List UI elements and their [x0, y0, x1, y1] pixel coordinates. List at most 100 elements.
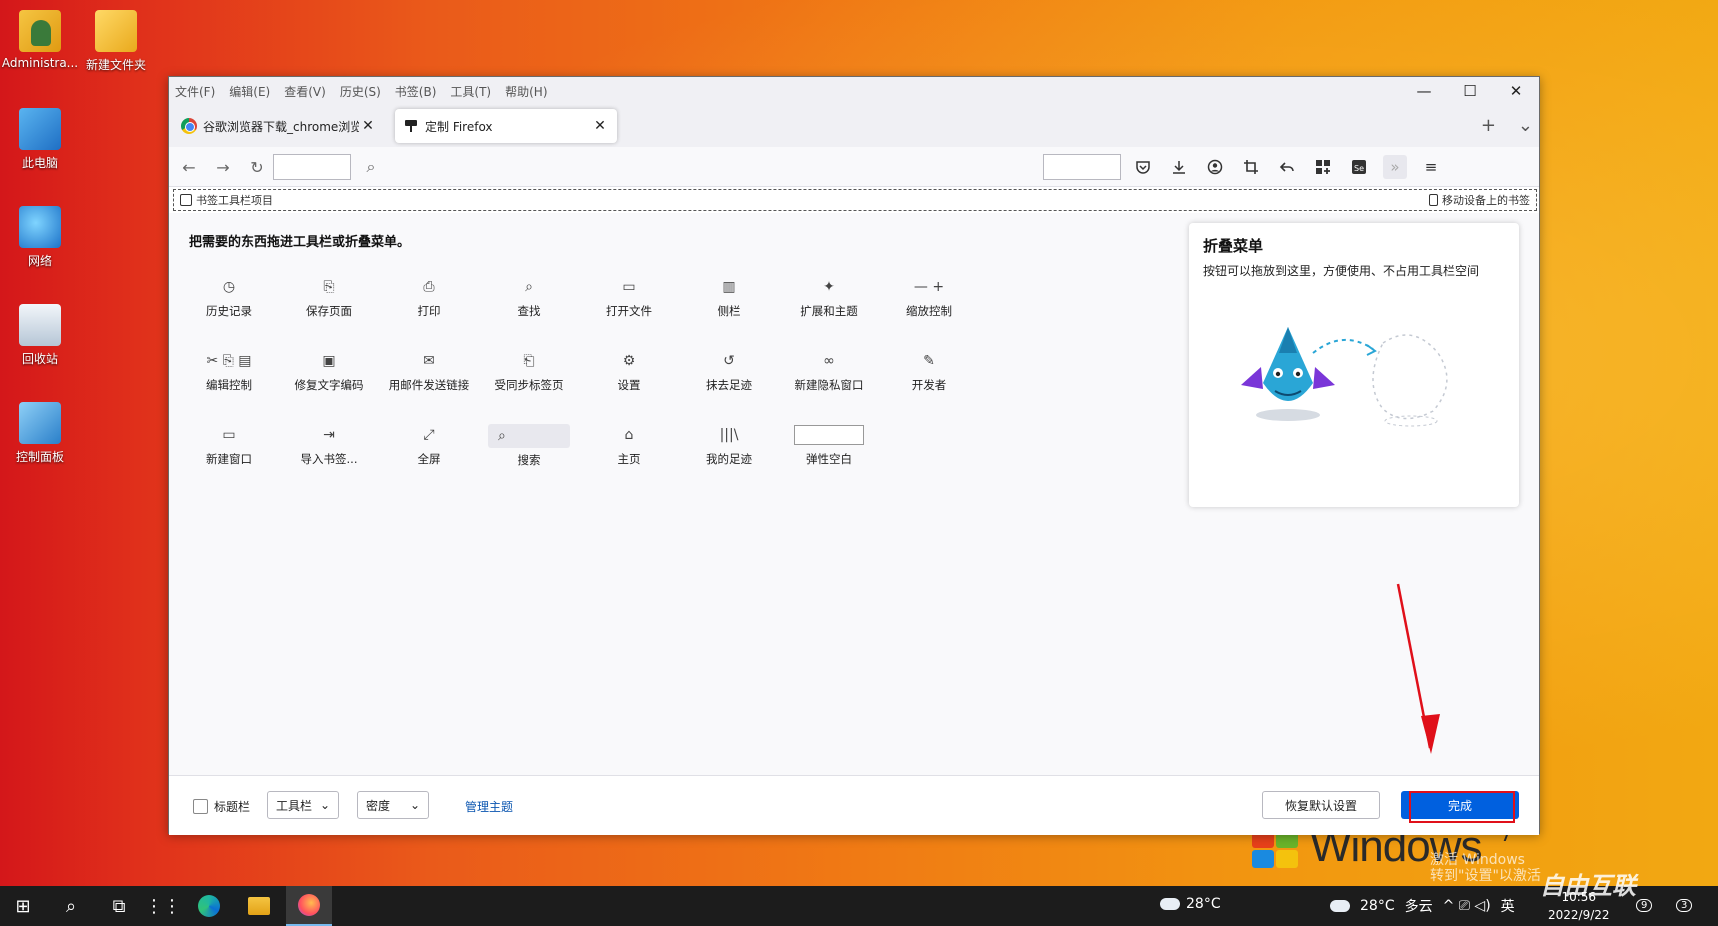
- title-bar-checkbox[interactable]: 标题栏: [193, 798, 250, 815]
- palette-item-import-bookmarks[interactable]: ⇥ 导入书签...: [283, 417, 375, 475]
- downloads-icon[interactable]: [1167, 155, 1191, 179]
- weather-description: 多云: [1404, 899, 1433, 915]
- firefox-icon[interactable]: [286, 886, 332, 926]
- cloud-icon: [1160, 898, 1180, 910]
- bookmarks-toolbar-items[interactable]: 书签工具栏项目: [180, 192, 273, 208]
- palette-item-forget[interactable]: ↺ 抹去足迹: [683, 343, 775, 401]
- search-icon[interactable]: ⌕: [359, 155, 383, 179]
- desktop-icon-this-pc[interactable]: 此电脑: [0, 108, 80, 171]
- start-button[interactable]: ⊞: [0, 886, 46, 926]
- toolbars-select[interactable]: 工具栏 ⌄: [267, 791, 339, 819]
- tab-customize-firefox[interactable]: 定制 Firefox ✕: [395, 109, 617, 143]
- manage-themes-link[interactable]: 管理主题: [465, 798, 513, 815]
- desktop-icon-user[interactable]: Administra...: [0, 10, 80, 70]
- palette-item-label: 设置: [617, 378, 641, 392]
- fullscreen-icon: ⤢: [423, 427, 435, 443]
- forward-icon[interactable]: →: [211, 155, 235, 179]
- menu-tools[interactable]: 工具(T): [450, 83, 491, 100]
- undo-close-icon[interactable]: [1275, 155, 1299, 179]
- crop-screenshot-icon[interactable]: [1239, 155, 1263, 179]
- menu-edit[interactable]: 编辑(E): [229, 83, 270, 100]
- palette-item-edit-controls[interactable]: ✂ ⎘ ▤ 编辑控制: [183, 343, 275, 401]
- new-tab-icon[interactable]: +: [1481, 115, 1496, 136]
- close-window-button[interactable]: ✕: [1493, 77, 1539, 105]
- tab-chrome-download[interactable]: 谷歌浏览器下载_chrome浏览器 ✕: [173, 109, 385, 143]
- notification-center-icon[interactable]: 3: [1676, 896, 1693, 912]
- desktop-icon-network[interactable]: 网络: [0, 206, 80, 269]
- windows-flag-icon: [1250, 830, 1300, 870]
- bookmarks-toolbar[interactable]: 书签工具栏项目 移动设备上的书签: [173, 189, 1537, 211]
- palette-item-home[interactable]: ⌂ 主页: [583, 417, 675, 475]
- search-icon[interactable]: ⌕: [48, 886, 94, 926]
- done-button[interactable]: 完成: [1401, 791, 1519, 823]
- apps-grid-icon[interactable]: ⋮⋮: [140, 886, 186, 926]
- edge-icon[interactable]: [186, 886, 232, 926]
- density-select[interactable]: 密度 ⌄: [357, 791, 429, 819]
- list-all-tabs-icon[interactable]: ⌄: [1518, 115, 1533, 136]
- checkbox-box[interactable]: [193, 799, 208, 814]
- palette-item-new-window[interactable]: ▭ 新建窗口: [183, 417, 275, 475]
- palette-item-addons[interactable]: ✦ 扩展和主题: [783, 269, 875, 327]
- palette-item-label: 全屏: [417, 452, 441, 466]
- palette-item-find[interactable]: ⌕ 查找: [483, 269, 575, 327]
- palette-item-email-link[interactable]: ✉ 用邮件发送链接: [383, 343, 475, 401]
- minimize-button[interactable]: —: [1401, 77, 1447, 105]
- flexible-space-left[interactable]: [273, 154, 351, 180]
- flexible-space-right[interactable]: [1043, 154, 1121, 180]
- palette-item-fullscreen[interactable]: ⤢ 全屏: [383, 417, 475, 475]
- file-explorer-icon[interactable]: [236, 886, 282, 926]
- folder-icon: [95, 10, 137, 52]
- desktop-icon-control-panel[interactable]: 控制面板: [0, 402, 80, 465]
- palette-item-private-window[interactable]: ∞ 新建隐私窗口: [783, 343, 875, 401]
- restore-defaults-button[interactable]: 恢复默认设置: [1262, 791, 1380, 819]
- menu-history[interactable]: 历史(S): [340, 83, 381, 100]
- palette-item-library[interactable]: |||\ 我的足迹: [683, 417, 775, 475]
- palette-item-repair-encoding[interactable]: ▣ 修复文字编码: [283, 343, 375, 401]
- dragon-illustration: [1241, 327, 1448, 427]
- menu-help[interactable]: 帮助(H): [505, 83, 547, 100]
- palette-item-label: 打印: [417, 304, 441, 318]
- palette-item-developer[interactable]: ✎ 开发者: [883, 343, 975, 401]
- palette-item-save-page[interactable]: ⎘ 保存页面: [283, 269, 375, 327]
- palette-item-flexible-space[interactable]: 弹性空白: [783, 417, 875, 475]
- wrench-icon: ✎: [923, 353, 935, 369]
- mobile-bookmarks[interactable]: 移动设备上的书签: [1429, 192, 1530, 208]
- menu-bookmarks[interactable]: 书签(B): [395, 83, 437, 100]
- palette-item-open-file[interactable]: ▭ 打开文件: [583, 269, 675, 327]
- palette-item-zoom-controls[interactable]: — + 缩放控制: [883, 269, 975, 327]
- menu-bar: 文件(F) 编辑(E) 查看(V) 历史(S) 书签(B) 工具(T) 帮助(H…: [175, 83, 548, 100]
- desktop-icon-recycle-bin[interactable]: 回收站: [0, 304, 80, 367]
- palette-item-search[interactable]: ⌕ 搜索: [483, 417, 575, 475]
- palette-item-history[interactable]: ◷ 历史记录: [183, 269, 275, 327]
- hamburger-menu-icon[interactable]: ≡: [1419, 155, 1443, 179]
- palette-item-label: 扩展和主题: [800, 304, 858, 318]
- palette-item-sidebar[interactable]: ▥ 侧栏: [683, 269, 775, 327]
- pocket-icon[interactable]: [1131, 155, 1155, 179]
- task-view-icon[interactable]: ⧉: [96, 886, 142, 926]
- palette-item-settings[interactable]: ⚙ 设置: [583, 343, 675, 401]
- ime-indicator[interactable]: 英: [1501, 896, 1515, 916]
- menu-file[interactable]: 文件(F): [175, 83, 215, 100]
- zoom-icon: — +: [913, 279, 945, 295]
- reload-icon[interactable]: ↻: [245, 155, 269, 179]
- desktop-icon-label: 回收站: [21, 352, 58, 366]
- selenium-icon[interactable]: Se: [1347, 155, 1371, 179]
- menu-view[interactable]: 查看(V): [284, 83, 326, 100]
- back-icon[interactable]: ←: [177, 155, 201, 179]
- palette-item-label: 主页: [617, 452, 641, 466]
- overflow-chevron-icon[interactable]: »: [1383, 155, 1407, 179]
- chat-icon[interactable]: 9: [1636, 896, 1653, 912]
- palette-item-synced-tabs[interactable]: ⎗ 受同步标签页: [483, 343, 575, 401]
- extensions-grid-icon[interactable]: [1311, 155, 1335, 179]
- account-icon[interactable]: [1203, 155, 1227, 179]
- close-tab-icon[interactable]: ✕: [591, 118, 609, 134]
- bookmarks-toolbar-label: 书签工具栏项目: [196, 194, 273, 207]
- maximize-button[interactable]: ☐: [1447, 77, 1493, 105]
- palette-item-label: 编辑控制: [206, 378, 252, 392]
- tray-icons[interactable]: ^ ⎚ ◁): [1443, 898, 1491, 914]
- overflow-menu-panel[interactable]: 折叠菜单 按钮可以拖放到这里，方便使用、不占用工具栏空间: [1189, 223, 1519, 507]
- weather-widget[interactable]: 28°C: [1160, 896, 1221, 912]
- close-tab-icon[interactable]: ✕: [359, 118, 377, 134]
- desktop-icon-new-folder[interactable]: 新建文件夹: [76, 10, 156, 73]
- palette-item-print[interactable]: ⎙ 打印: [383, 269, 475, 327]
